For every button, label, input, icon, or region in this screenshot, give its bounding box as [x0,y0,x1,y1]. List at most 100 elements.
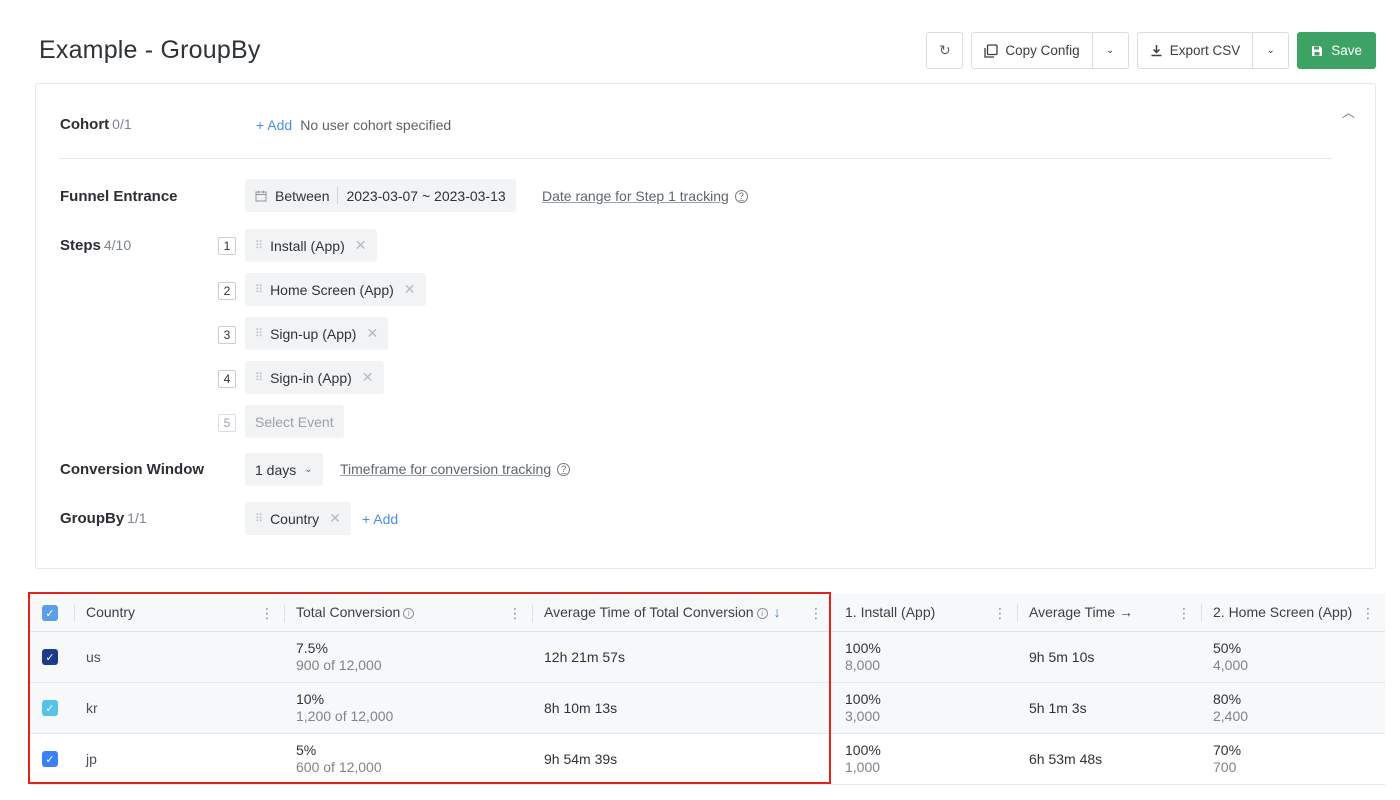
date-range-help-link[interactable]: Date range for Step 1 tracking ? [542,188,748,204]
chevron-down-icon: ⌄ [1105,45,1115,56]
drag-handle-icon[interactable]: ⠿ [255,327,263,340]
groupby-add-link[interactable]: + Add [362,511,398,527]
step1-cell: 100% 8,000 [833,631,1017,683]
select-all-checkbox[interactable]: ✓ [42,605,58,621]
results-table: ✓ Country ⋮ Total Conversion i ⋮ Average … [30,594,1385,785]
close-icon[interactable]: ✕ [362,369,374,386]
column-menu-icon[interactable]: ⋮ [1177,605,1191,622]
step-count: 2,400 [1213,708,1249,724]
avg-time-cell: 9h 5m 10s [1017,631,1201,683]
column-title: Total Conversion [296,604,401,621]
conversion-window-select[interactable]: 1 days ⌄ [245,453,323,486]
column-header-avg-time[interactable]: Average Time → ⋮ [1017,594,1201,632]
row-checkbox[interactable]: ✓ [42,700,58,717]
step-number: 2 [218,282,236,300]
drag-handle-icon[interactable]: ⠿ [255,239,263,252]
row-checkbox[interactable]: ✓ [42,751,58,768]
close-icon[interactable]: ✕ [329,510,341,527]
query-config-panel: ︿ Cohort 0/1 + Add No user cohort specifi… [35,83,1376,569]
column-header-avg-time-total[interactable]: Average Time of Total Conversion i ↓ ⋮ [532,594,833,632]
step-chip[interactable]: ⠿ Install (App) ✕ [245,229,377,262]
drag-handle-icon[interactable]: ⠿ [255,371,263,384]
total-conversion-cell: 7.5% 900 of 12,000 [284,631,532,683]
chevron-down-icon: ⌄ [1266,45,1275,56]
column-menu-icon[interactable]: ⋮ [260,605,274,622]
info-icon[interactable]: i [403,608,415,620]
step-event-name: Home Screen (App) [270,281,394,298]
conversion-count: 600 of 12,000 [296,759,382,775]
row-select-cell: ✓ [30,631,74,683]
step-number: 1 [218,237,236,255]
copy-icon [984,43,999,58]
collapse-icon[interactable]: ︿ [1342,102,1355,121]
select-event-input[interactable]: Select Event [245,405,344,438]
save-button[interactable]: Save [1297,32,1376,69]
table-row[interactable]: ✓ jp 5% 600 of 12,000 9h 54m 39s 100% 1,00… [30,733,1385,785]
copy-config-button[interactable]: Copy Config [971,32,1093,69]
groupby-count: 1/1 [127,510,147,526]
date-range-value: 2023-03-07 ~ 2023-03-13 [346,187,506,204]
export-csv-dropdown[interactable]: ⌄ [1253,32,1290,69]
step-chip[interactable]: ⠿ Sign-in (App) ✕ [245,361,384,394]
step1-cell: 100% 1,000 [833,733,1017,785]
date-range-picker[interactable]: Between 2023-03-07 ~ 2023-03-13 [245,179,516,212]
column-header-country[interactable]: Country ⋮ [74,594,284,632]
conversion-window-help-link[interactable]: Timeframe for conversion tracking ? [340,461,571,477]
step-percent: 80% [1213,691,1242,707]
close-icon[interactable]: ✕ [404,281,416,298]
groupby-item-name: Country [270,510,320,527]
info-icon[interactable]: i [756,608,768,620]
step-count: 8,000 [845,657,881,673]
help-icon[interactable]: ? [734,189,748,203]
avg-time-total-cell: 12h 21m 57s [532,631,833,683]
conversion-window-label: Conversion Window [60,461,205,478]
download-icon [1151,45,1162,57]
step-percent: 100% [845,640,881,656]
step-count: 700 [1213,759,1237,775]
column-header-total-conversion[interactable]: Total Conversion i ⋮ [284,594,532,632]
groupby-chip[interactable]: ⠿ Country ✕ [245,502,351,535]
step-count: 4,000 [1213,657,1249,673]
avg-time-total-cell: 9h 54m 39s [532,733,833,785]
column-menu-icon[interactable]: ⋮ [993,605,1007,622]
country-cell: jp [74,733,284,785]
step-number: 4 [218,370,236,388]
step-chip[interactable]: ⠿ Sign-up (App) ✕ [245,317,389,350]
country-cell: kr [74,682,284,734]
column-title: 1. Install (App) [845,604,936,621]
column-title: Average Time → [1029,604,1134,621]
column-menu-icon[interactable]: ⋮ [508,605,522,622]
step-percent: 100% [845,742,881,758]
groupby-label-text: GroupBy [60,510,125,527]
column-menu-icon[interactable]: ⋮ [1361,605,1375,622]
step-chip[interactable]: ⠿ Home Screen (App) ✕ [245,273,426,306]
avg-time-cell: 6h 53m 48s [1017,733,1201,785]
sort-desc-icon[interactable]: ↓ [774,604,781,620]
total-conversion-cell: 5% 600 of 12,000 [284,733,532,785]
table-row[interactable]: ✓ us 7.5% 900 of 12,000 12h 21m 57s 100% 8… [30,631,1385,683]
column-header-step1[interactable]: 1. Install (App) ⋮ [833,594,1017,632]
step-event-name: Install (App) [270,237,345,254]
table-row[interactable]: ✓ kr 10% 1,200 of 12,000 8h 10m 13s 100% 3… [30,682,1385,734]
step-event-name: Sign-in (App) [270,369,352,386]
refresh-button[interactable]: ↻ [926,32,964,69]
funnel-entrance-label: Funnel Entrance [60,188,178,205]
groupby-label: GroupBy 1/1 [60,510,147,527]
drag-handle-icon[interactable]: ⠿ [255,512,263,525]
conversion-percent: 10% [296,691,325,707]
column-header-step2[interactable]: 2. Home Screen (App) ⋮ [1201,594,1385,632]
column-separator [284,604,285,622]
drag-handle-icon[interactable]: ⠿ [255,283,263,296]
copy-config-dropdown[interactable]: ⌄ [1092,32,1129,69]
column-menu-icon[interactable]: ⋮ [809,605,823,622]
row-checkbox[interactable]: ✓ [42,649,58,666]
cohort-add-link[interactable]: + Add [256,117,292,133]
step2-cell: 80% 2,400 [1201,682,1385,734]
close-icon[interactable]: ✕ [366,325,378,342]
help-icon[interactable]: ? [557,462,571,476]
calendar-icon [255,190,267,201]
cohort-empty-text: No user cohort specified [300,117,452,133]
export-csv-button[interactable]: Export CSV [1136,32,1254,69]
close-icon[interactable]: ✕ [355,237,367,254]
steps-label: Steps 4/10 [60,237,131,254]
